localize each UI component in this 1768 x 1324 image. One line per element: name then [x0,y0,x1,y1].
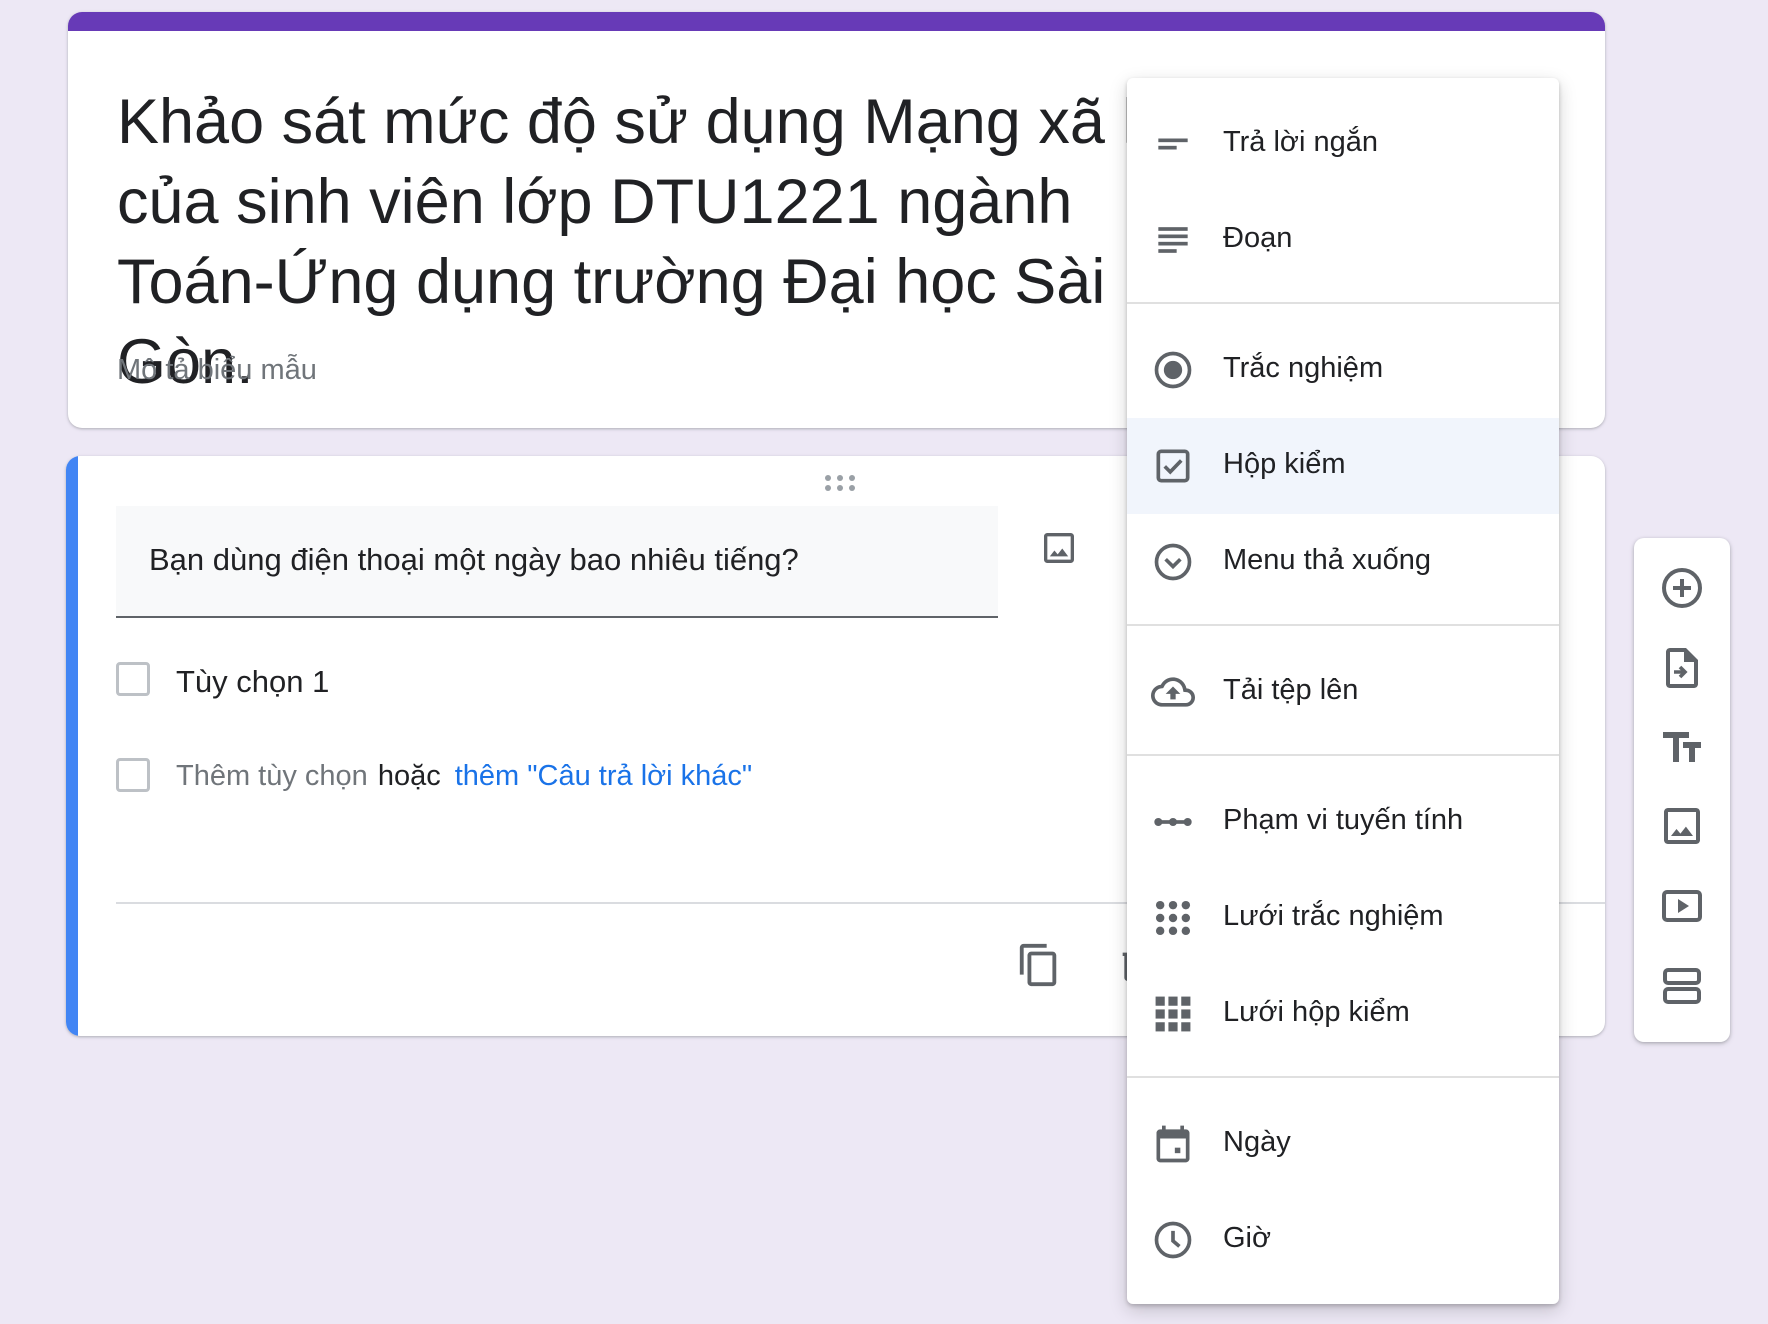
add-question-icon[interactable] [1658,564,1706,612]
menu-item-label: Trắc nghiệm [1223,352,1384,384]
menu-item-label: Trả lời ngắn [1223,126,1378,158]
menu-divider [1127,1076,1559,1078]
dropdown-icon [1154,543,1192,581]
add-section-icon[interactable] [1658,962,1706,1010]
menu-divider [1127,754,1559,756]
menu-item-label: Menu thả xuống [1223,544,1431,576]
add-option-checkbox [116,758,150,792]
drag-handle-icon[interactable] [824,474,856,492]
theme-color-bar [68,12,1605,31]
active-question-indicator [66,456,78,1036]
option-checkbox [116,662,150,696]
radio-button-icon [1154,351,1192,389]
menu-item-time[interactable]: Giờ [1127,1192,1559,1288]
menu-item-multiple-choice[interactable]: Trắc nghiệm [1127,322,1559,418]
checkbox-grid-icon [1155,996,1191,1032]
checkbox-icon [1156,449,1190,483]
multiple-choice-grid-icon [1155,900,1191,936]
option-label[interactable]: Tùy chọn 1 [176,664,329,700]
menu-item-file-upload[interactable]: Tải tệp lên [1127,644,1559,740]
form-description-field[interactable]: Mô tả biểu mẫu [117,354,317,387]
clock-icon [1154,1221,1192,1259]
add-other-option-link[interactable]: thêm "Câu trả lời khác" [455,760,753,792]
menu-divider [1127,624,1559,626]
menu-item-label: Lưới trắc nghiệm [1223,900,1444,932]
menu-divider [1127,302,1559,304]
add-option-button[interactable]: Thêm tùy chọn [176,760,368,792]
linear-scale-icon [1154,817,1192,827]
side-toolbar [1634,538,1730,1042]
menu-item-label: Đoạn [1223,222,1293,254]
cloud-upload-icon [1151,677,1195,707]
question-title-text: Bạn dùng điện thoại một ngày bao nhiêu t… [149,542,799,577]
menu-item-short-answer[interactable]: Trả lời ngắn [1127,96,1559,192]
paragraph-icon [1158,227,1188,253]
menu-item-checkboxes[interactable]: Hộp kiểm [1127,418,1559,514]
menu-item-label: Giờ [1223,1222,1272,1254]
add-video-icon[interactable] [1658,882,1706,930]
menu-item-label: Lưới hộp kiểm [1223,996,1410,1028]
calendar-icon [1156,1125,1190,1163]
add-title-icon[interactable] [1658,724,1706,772]
menu-item-multiple-choice-grid[interactable]: Lưới trắc nghiệm [1127,870,1559,966]
add-option-row: Thêm tùy chọn hoặc thêm "Câu trả lời khác" [176,760,752,793]
add-image-icon[interactable] [1658,802,1706,850]
menu-item-label: Ngày [1223,1126,1291,1158]
question-type-menu: Trả lời ngắn Đoạn Trắc nghiệm Hộp kiểm M… [1127,78,1559,1304]
or-text: hoặc [377,760,441,792]
menu-item-dropdown[interactable]: Menu thả xuống [1127,514,1559,610]
question-title-field[interactable]: Bạn dùng điện thoại một ngày bao nhiêu t… [116,506,998,618]
menu-item-label: Hộp kiểm [1223,448,1346,480]
menu-item-checkbox-grid[interactable]: Lưới hộp kiểm [1127,966,1559,1062]
insert-image-icon[interactable] [1039,528,1079,568]
menu-item-paragraph[interactable]: Đoạn [1127,192,1559,288]
menu-item-date[interactable]: Ngày [1127,1096,1559,1192]
menu-item-label: Phạm vi tuyến tính [1223,804,1464,836]
import-questions-icon[interactable] [1658,644,1706,692]
duplicate-icon[interactable] [1016,942,1062,988]
short-answer-icon [1158,138,1188,150]
menu-item-label: Tải tệp lên [1223,674,1359,706]
menu-item-linear-scale[interactable]: Phạm vi tuyến tính [1127,774,1559,870]
